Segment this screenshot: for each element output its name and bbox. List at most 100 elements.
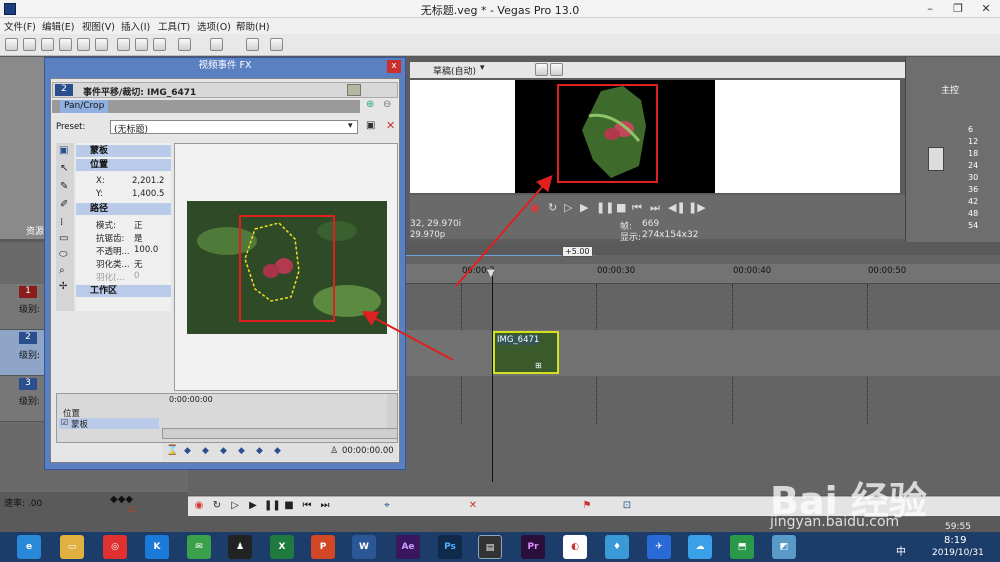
open-icon[interactable] bbox=[23, 38, 36, 51]
move-tool-icon[interactable]: ✢ bbox=[59, 281, 67, 292]
first-keyframe-icon[interactable]: ◆ bbox=[184, 446, 191, 456]
kf-hscroll[interactable] bbox=[162, 428, 398, 439]
prop-opacity-value[interactable]: 100.0 bbox=[134, 245, 158, 255]
snapshot-icon[interactable] bbox=[550, 63, 563, 76]
split-tool-icon[interactable]: ⁞ bbox=[60, 217, 63, 228]
preview-quality[interactable]: 草稿(自动) bbox=[433, 64, 476, 77]
pause-icon[interactable]: ❚❚ bbox=[596, 201, 614, 214]
normal-edit-icon[interactable]: ⌖ bbox=[380, 500, 394, 511]
anchor-tool-icon[interactable]: ↖ bbox=[60, 163, 68, 174]
last-keyframe-icon[interactable]: ◆ bbox=[274, 446, 281, 456]
stop-icon[interactable]: ■ bbox=[282, 500, 296, 511]
playhead[interactable] bbox=[492, 276, 493, 482]
kugou-icon[interactable]: K bbox=[145, 535, 169, 559]
kf-vscroll[interactable] bbox=[387, 394, 397, 430]
clock-time[interactable]: 8:19 bbox=[944, 535, 966, 546]
chevron-down-icon[interactable]: ▾ bbox=[348, 121, 353, 131]
video-clip[interactable]: IMG_6471 ⊞ bbox=[493, 331, 559, 374]
help-pointer-icon[interactable] bbox=[270, 38, 283, 51]
section-path[interactable]: 路径 bbox=[76, 203, 171, 215]
ime-indicator[interactable]: 中 bbox=[896, 543, 906, 558]
app-icon-2[interactable]: ♦ bbox=[605, 535, 629, 559]
fx-chain-toggle-icon[interactable] bbox=[347, 84, 361, 96]
wechat-icon[interactable]: ✉ bbox=[187, 535, 211, 559]
minimize-button[interactable]: – bbox=[916, 0, 944, 18]
checkbox-icon[interactable]: ☑ bbox=[61, 418, 68, 427]
overlay-icon[interactable] bbox=[535, 63, 548, 76]
photoshop-icon[interactable]: Ps bbox=[438, 535, 462, 559]
prop-mode-value[interactable]: 正 bbox=[134, 219, 143, 231]
ellipse-mask-icon[interactable]: ⬭ bbox=[59, 249, 68, 260]
paste-icon[interactable] bbox=[153, 38, 166, 51]
add-keyframe-icon[interactable]: ◆ bbox=[220, 446, 227, 456]
section-workspace[interactable]: 工作区 bbox=[76, 285, 171, 297]
maximize-button[interactable]: ❐ bbox=[944, 0, 972, 18]
after-effects-icon[interactable]: Ae bbox=[396, 535, 420, 559]
chevron-down-icon[interactable]: ▾ bbox=[480, 63, 485, 73]
netease-music-icon[interactable]: ◎ bbox=[103, 535, 127, 559]
play-from-start-icon[interactable]: ▷ bbox=[228, 500, 242, 511]
delete-icon[interactable]: ✕ bbox=[466, 500, 480, 511]
preset-select[interactable]: (无标题) ▾ bbox=[110, 120, 358, 135]
menu-tools[interactable]: 工具(T) bbox=[158, 19, 190, 33]
app-icon-4[interactable]: ☁ bbox=[688, 535, 712, 559]
pen-add-tool-icon[interactable]: ✐ bbox=[60, 199, 68, 210]
zoom-tool-icon[interactable]: ⌕ bbox=[59, 265, 65, 276]
prop-feather-value[interactable]: 0 bbox=[134, 271, 139, 281]
fx-close-icon[interactable]: x bbox=[387, 60, 401, 73]
record-icon[interactable]: ◉ bbox=[530, 201, 540, 214]
playhead-marker-icon[interactable]: ▼ bbox=[487, 268, 495, 279]
pen-tool-icon[interactable]: ✎ bbox=[60, 181, 68, 192]
record-icon[interactable]: ◉ bbox=[192, 500, 206, 511]
marker-icon[interactable]: ⚑ bbox=[580, 500, 594, 511]
vegas-taskbar-icon[interactable]: ▤ bbox=[478, 535, 502, 559]
section-mask[interactable]: 蒙板 bbox=[76, 145, 171, 157]
menu-insert[interactable]: 插入(I) bbox=[121, 19, 150, 33]
clock-date[interactable]: 2019/10/31 bbox=[932, 548, 984, 558]
menu-view[interactable]: 视图(V) bbox=[82, 19, 115, 33]
clip-fx-icon[interactable]: ⊞ bbox=[535, 361, 542, 370]
kf-row-mask[interactable]: 蒙板 bbox=[71, 418, 88, 430]
rate-marker-icon[interactable]: △ bbox=[128, 504, 135, 514]
copy-icon[interactable] bbox=[135, 38, 148, 51]
loop-icon[interactable]: ↻ bbox=[210, 500, 224, 511]
pause-icon[interactable]: ❚❚ bbox=[264, 500, 281, 511]
powerpoint-icon[interactable]: P bbox=[311, 535, 335, 559]
prop-x-value[interactable]: 2,201.2 bbox=[132, 176, 164, 186]
undo-icon[interactable] bbox=[178, 38, 191, 51]
properties-icon[interactable] bbox=[95, 38, 108, 51]
redo-icon[interactable] bbox=[210, 38, 223, 51]
normal-edit-tool-icon[interactable]: ▣ bbox=[59, 145, 68, 156]
play-icon[interactable]: ▶ bbox=[580, 201, 588, 214]
prev-frame-icon[interactable]: ◀❚ bbox=[668, 201, 686, 214]
app-icon-5[interactable]: ⬒ bbox=[730, 535, 754, 559]
delete-preset-icon[interactable]: ✕ bbox=[386, 119, 395, 132]
browser-360-icon[interactable]: e bbox=[17, 535, 41, 559]
excel-icon[interactable]: X bbox=[270, 535, 294, 559]
menu-options[interactable]: 选项(O) bbox=[197, 19, 231, 33]
go-to-start-icon[interactable]: ⏮ bbox=[300, 500, 314, 511]
app-icon-6[interactable]: ◩ bbox=[772, 535, 796, 559]
delete-keyframe-icon[interactable]: ◆ bbox=[238, 446, 245, 456]
save-icon[interactable] bbox=[41, 38, 54, 51]
app-icon-1[interactable]: ◐ bbox=[563, 535, 587, 559]
brush-icon[interactable] bbox=[246, 38, 259, 51]
rectangle-mask-icon[interactable]: ▭ bbox=[59, 233, 68, 244]
go-to-start-icon[interactable]: ⏮ bbox=[632, 201, 642, 215]
snap-icon[interactable]: ⊡ bbox=[620, 500, 634, 511]
premiere-icon[interactable]: Pr bbox=[521, 535, 545, 559]
prop-feather-type-value[interactable]: 无 bbox=[134, 258, 143, 270]
save-preset-icon[interactable]: ▣ bbox=[366, 120, 375, 131]
render-icon[interactable] bbox=[77, 38, 90, 51]
section-position[interactable]: 位置 bbox=[76, 159, 171, 171]
go-to-end-icon[interactable]: ⏭ bbox=[650, 201, 660, 215]
qq-icon[interactable]: ♟ bbox=[228, 535, 252, 559]
play-from-start-icon[interactable]: ▷ bbox=[564, 201, 572, 214]
file-explorer-icon[interactable]: ▭ bbox=[60, 535, 84, 559]
menu-edit[interactable]: 编辑(E) bbox=[42, 19, 74, 33]
go-to-end-icon[interactable]: ⏭ bbox=[318, 500, 332, 511]
save-as-icon[interactable] bbox=[59, 38, 72, 51]
close-button[interactable]: ✕ bbox=[972, 0, 1000, 18]
prev-keyframe-icon[interactable]: ◆ bbox=[202, 446, 209, 456]
next-frame-icon[interactable]: ❚▶ bbox=[688, 201, 706, 214]
